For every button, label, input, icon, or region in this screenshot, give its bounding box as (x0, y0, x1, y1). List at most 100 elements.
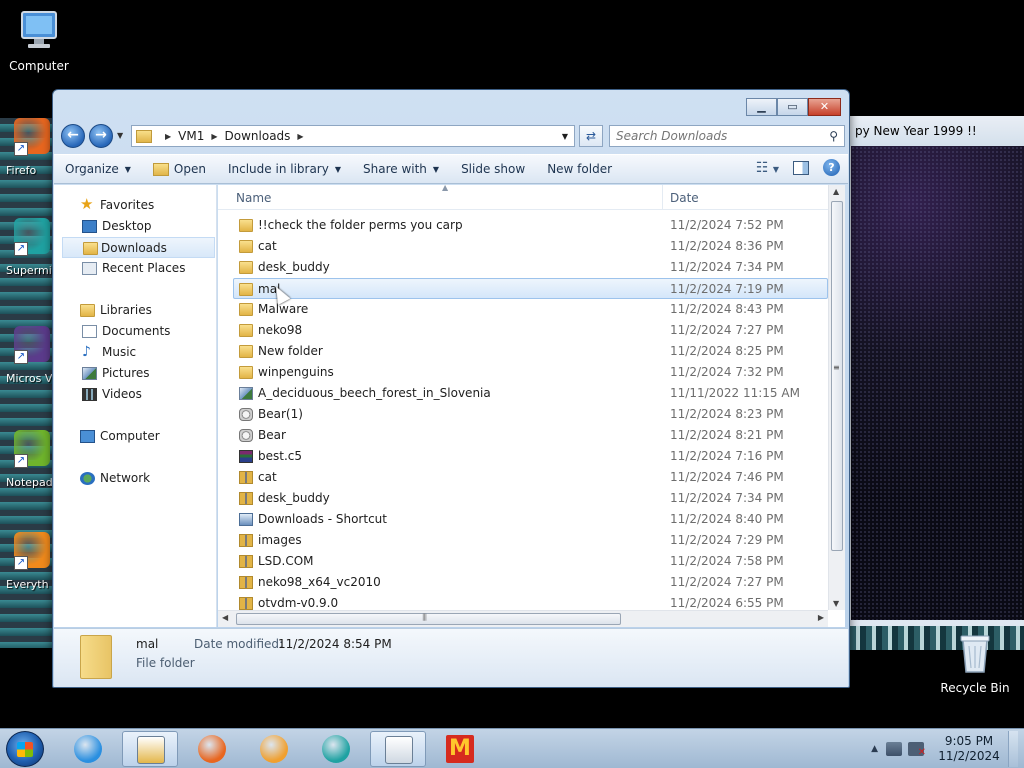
nav-videos[interactable]: Videos (54, 384, 216, 405)
file-row[interactable]: neko98 11/2/2024 7:27 PM (218, 320, 828, 341)
file-row[interactable]: winpenguins 11/2/2024 7:32 PM (218, 362, 828, 383)
file-row[interactable]: !!check the folder perms you carp 11/2/20… (218, 215, 828, 236)
file-date: 11/2/2024 7:16 PM (670, 449, 784, 463)
share-with-button[interactable]: Share with ▼ (352, 162, 450, 176)
nav-documents-label: Documents (102, 324, 171, 338)
recent-pages-dropdown[interactable]: ▼ (117, 131, 123, 140)
desktop-recycle-bin[interactable]: Recycle Bin (933, 632, 1017, 695)
file-row[interactable]: images 11/2/2024 7:29 PM (218, 530, 828, 551)
file-row[interactable]: desk_buddy 11/2/2024 7:34 PM (218, 257, 828, 278)
refresh-button[interactable]: ⇄ (579, 125, 603, 147)
nav-documents[interactable]: Documents (54, 321, 216, 342)
show-desktop-button[interactable] (1008, 731, 1018, 767)
back-button[interactable]: ← (61, 124, 85, 148)
desktop-shortcut[interactable]: ↗ Firefo (0, 118, 54, 198)
horizontal-scrollbar[interactable]: ◀ ||| ▶ (218, 610, 828, 627)
minimize-button[interactable]: ▁ (746, 98, 777, 116)
close-button[interactable]: ✕ (808, 98, 841, 116)
desktop-shortcut[interactable]: ↗ Notepad (0, 430, 54, 510)
taskbar-button[interactable] (246, 731, 302, 767)
file-list[interactable]: ▲ Name Date !!check the folder perms you… (218, 185, 845, 627)
organize-button[interactable]: Organize ▼ (54, 162, 142, 176)
change-view-icon[interactable]: ☷ ▼ (756, 160, 779, 176)
file-row[interactable]: LSD.COM 11/2/2024 7:58 PM (218, 551, 828, 572)
scroll-left-icon[interactable]: ◀ (222, 613, 228, 622)
search-input[interactable] (616, 129, 816, 143)
volume-muted-icon[interactable]: ✕ (908, 742, 926, 758)
breadcrumb-downloads[interactable]: Downloads (225, 129, 291, 143)
toolbar-right-group: ☷ ▼ ? (756, 159, 840, 176)
nav-network[interactable]: Network (54, 468, 216, 489)
nav-desktop[interactable]: Desktop (54, 216, 216, 237)
nav-downloads[interactable]: Downloads (62, 237, 215, 258)
scroll-down-icon[interactable]: ▼ (833, 599, 839, 608)
open-button[interactable]: Open (142, 162, 217, 176)
breadcrumb-vm1[interactable]: VM1 (178, 129, 204, 143)
slide-show-button[interactable]: Slide show (450, 162, 536, 176)
file-row[interactable]: cat 11/2/2024 8:36 PM (218, 236, 828, 257)
taskbar: M ▲ ✕ 9:05 PM 11/2/2024 (0, 728, 1024, 768)
file-row[interactable]: cat 11/2/2024 7:46 PM (218, 467, 828, 488)
taskbar-button[interactable] (184, 731, 240, 767)
file-row[interactable]: A_deciduous_beech_forest_in_Slovenia 11/1… (218, 383, 828, 404)
taskbar-button[interactable] (122, 731, 178, 767)
search-box[interactable]: ⚲ (609, 125, 845, 147)
file-row[interactable]: Malware 11/2/2024 8:43 PM (218, 299, 828, 320)
explorer-window[interactable]: ▁ ▭ ✕ ← → ▼ ▶ VM1 ▶ Downloads ▶ ▼ ⇄ ⚲ O (52, 89, 850, 688)
desktop-shortcut[interactable]: ↗ Supermi (0, 218, 54, 298)
search-icon[interactable]: ⚲ (829, 129, 838, 143)
clock[interactable]: 9:05 PM 11/2/2024 (938, 734, 1000, 764)
file-row[interactable]: best.c5 11/2/2024 7:16 PM (218, 446, 828, 467)
show-hidden-icons-icon[interactable]: ▲ (871, 744, 878, 754)
file-row[interactable]: Bear 11/2/2024 8:21 PM (218, 425, 828, 446)
file-row[interactable]: Bear(1) 11/2/2024 8:23 PM (218, 404, 828, 425)
column-date[interactable]: Date (670, 191, 699, 205)
new-folder-button[interactable]: New folder (536, 162, 623, 176)
column-divider[interactable] (662, 185, 663, 210)
desktop-shortcut[interactable]: ↗ Everyth (0, 532, 54, 612)
nav-music[interactable]: ♪ Music (54, 342, 216, 363)
taskbar-button[interactable] (308, 731, 364, 767)
scroll-up-icon[interactable]: ▲ (833, 187, 839, 196)
file-row[interactable]: desk_buddy 11/2/2024 7:34 PM (218, 488, 828, 509)
network-tray-icon[interactable] (886, 742, 902, 756)
breadcrumb-chevron-icon[interactable]: ▶ (211, 132, 217, 141)
vertical-scroll-thumb[interactable] (831, 201, 843, 551)
breadcrumb-chevron-icon[interactable]: ▶ (297, 132, 303, 141)
start-button[interactable] (6, 731, 44, 767)
include-in-library-button[interactable]: Include in library ▼ (217, 162, 352, 176)
address-bar[interactable]: ▶ VM1 ▶ Downloads ▶ ▼ (131, 125, 575, 147)
file-row[interactable]: New folder 11/2/2024 8:25 PM (218, 341, 828, 362)
file-date: 11/2/2024 7:27 PM (670, 323, 784, 337)
taskbar-button[interactable] (370, 731, 426, 767)
vertical-scrollbar[interactable]: ▲ ≡ ▼ (828, 185, 845, 610)
desktop-computer[interactable]: Computer (0, 8, 81, 73)
maximize-button[interactable]: ▭ (777, 98, 808, 116)
nav-favorites[interactable]: ★ Favorites (54, 195, 216, 216)
help-icon[interactable]: ? (823, 159, 840, 176)
taskbar-button[interactable]: M (432, 731, 488, 767)
nav-recent-places[interactable]: Recent Places (54, 258, 216, 279)
file-row[interactable]: neko98_x64_vc2010 11/2/2024 7:27 PM (218, 572, 828, 593)
file-row[interactable]: mal 11/2/2024 7:19 PM (233, 278, 828, 299)
folder-icon (239, 261, 253, 274)
horizontal-scroll-thumb[interactable] (236, 613, 621, 625)
scroll-right-icon[interactable]: ▶ (818, 613, 824, 622)
address-dropdown-icon[interactable]: ▼ (562, 132, 568, 141)
file-name: desk_buddy (258, 260, 330, 274)
column-name[interactable]: Name (236, 191, 271, 205)
desktop-shortcut[interactable]: ↗ Micros Visual St (0, 326, 92, 406)
nav-libraries[interactable]: Libraries (54, 300, 216, 321)
music-icon: ♪ (82, 344, 91, 360)
taskbar-button[interactable] (60, 731, 116, 767)
file-date: 11/2/2024 7:58 PM (670, 554, 784, 568)
preview-pane-icon[interactable] (793, 160, 809, 175)
file-name: desk_buddy (258, 491, 330, 505)
nav-computer[interactable]: Computer (54, 426, 216, 447)
background-window[interactable]: py New Year 1999 !! (846, 116, 1024, 626)
file-date: 11/2/2024 7:29 PM (670, 533, 784, 547)
breadcrumb-chevron-icon[interactable]: ▶ (165, 132, 171, 141)
forward-button[interactable]: → (89, 124, 113, 148)
file-row[interactable]: Downloads - Shortcut 11/2/2024 8:40 PM (218, 509, 828, 530)
nav-pictures[interactable]: Pictures (54, 363, 216, 384)
